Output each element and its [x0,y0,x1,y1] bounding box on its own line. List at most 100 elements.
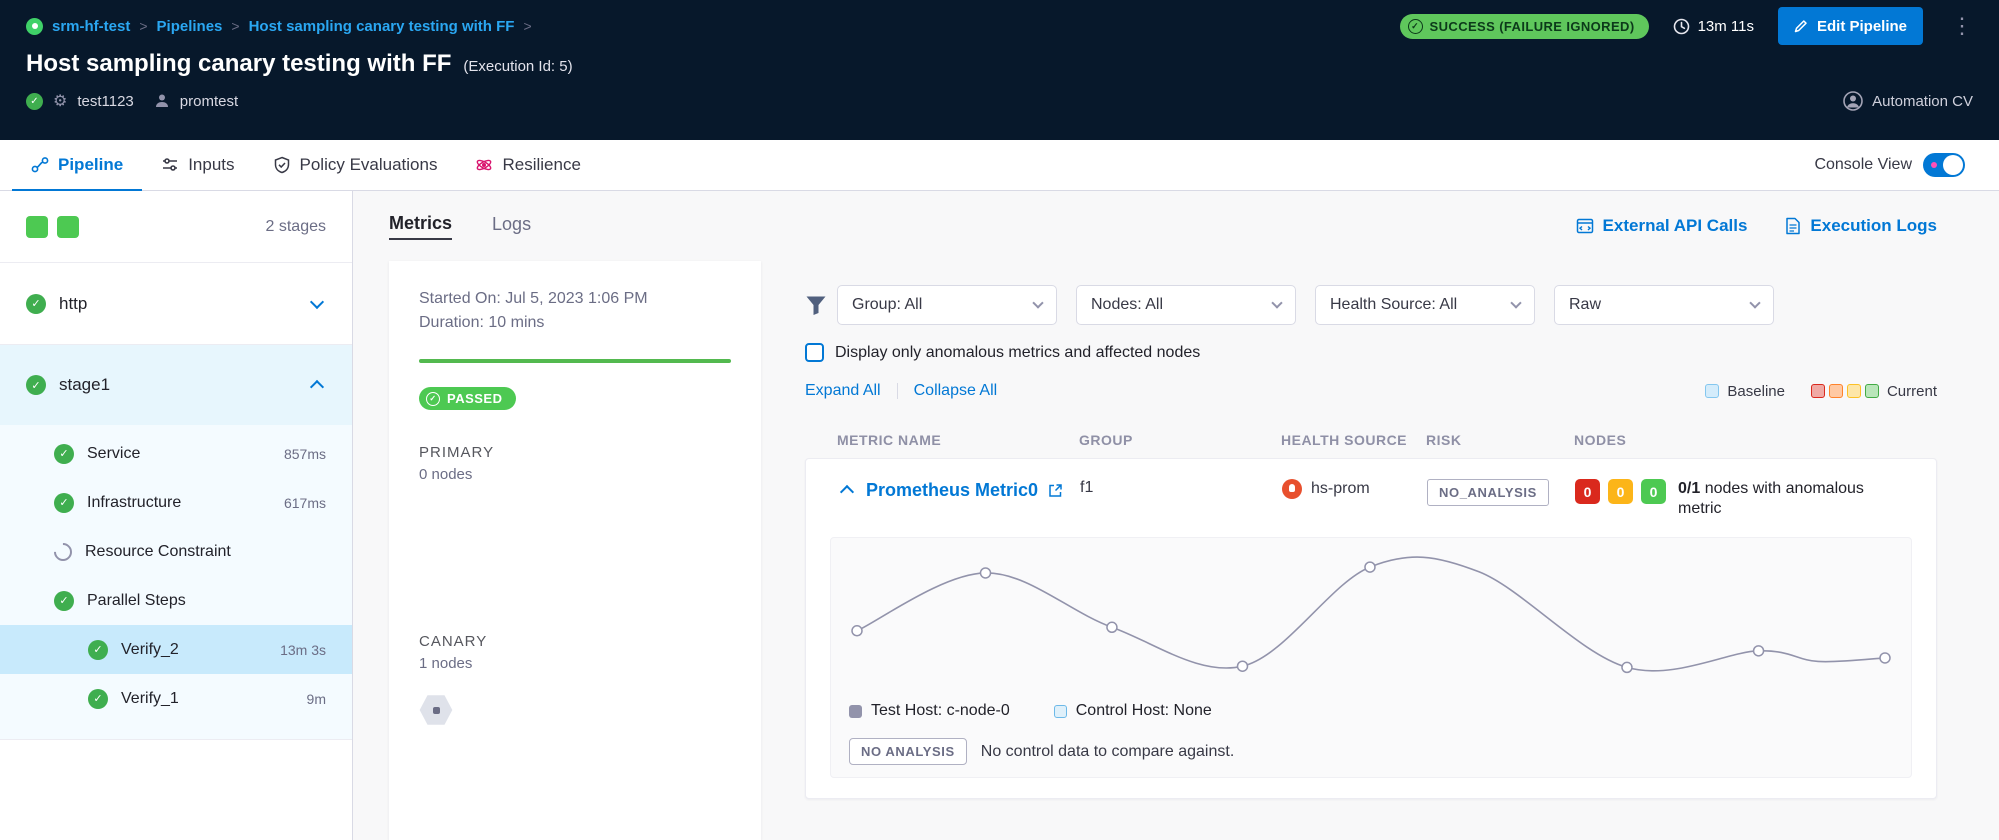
health-source-icon [1282,479,1302,499]
console-view-toggle[interactable] [1923,153,1965,177]
step-label: Verify_1 [121,690,179,708]
resource-constraint-icon [50,539,75,564]
execution-nav-tabs: Pipeline Inputs Policy Evaluations Resil… [0,140,1999,191]
execution-logs-link[interactable]: Execution Logs [1785,216,1937,236]
tab-label: Resilience [502,155,580,175]
success-check-icon: ✓ [26,375,46,395]
risk-badge: NO_ANALYSIS [1427,479,1549,506]
control-host-swatch [1054,705,1067,718]
metrics-table-header: METRIC NAME GROUP HEALTH SOURCE RISK NOD… [805,432,1937,448]
metric-group: f1 [1080,479,1282,497]
breadcrumb-project-link[interactable]: srm-hf-test [52,18,130,35]
yellow-node-count: 0 [1608,479,1633,504]
data-type-select[interactable]: Raw [1554,285,1774,325]
gear-icon: ⚙ [53,91,67,111]
expand-collapse-row: Expand All Collapse All Baseline [805,382,1937,400]
execution-id: (Execution Id: 5) [463,58,572,75]
sidebar-step-infrastructure[interactable]: ✓ Infrastructure 617ms [0,478,352,527]
tab-metrics[interactable]: Metrics [389,213,452,240]
no-analysis-text: No control data to compare against. [981,743,1234,761]
tab-label: Metrics [389,213,452,233]
status-badge-label: SUCCESS (FAILURE IGNORED) [1430,19,1635,34]
user-name: Automation CV [1872,93,1973,110]
chevron-up-icon[interactable] [308,374,326,396]
service-name: test1123 [77,93,133,110]
col-group: GROUP [1079,432,1281,448]
sidebar-step-verify-2[interactable]: ✓ Verify_2 13m 3s [0,625,352,674]
success-check-icon: ✓ [426,392,440,406]
breadcrumb-pipeline-link[interactable]: Host sampling canary testing with FF [249,18,515,35]
no-analysis-badge: NO ANALYSIS [849,738,967,765]
link-label: Execution Logs [1810,216,1937,236]
execution-header: srm-hf-test > Pipelines > Host sampling … [0,0,1999,140]
edit-pipeline-button[interactable]: Edit Pipeline [1778,7,1923,45]
sidebar-stage-stage1[interactable]: ✓ stage1 [0,345,352,425]
sidebar-stage-http[interactable]: ✓ http [0,263,352,345]
col-health-source: HEALTH SOURCE [1281,432,1426,448]
node-dot [433,707,440,714]
tab-pipeline[interactable]: Pipeline [12,140,142,190]
step-label: Infrastructure [87,494,181,512]
breadcrumb-pipelines-link[interactable]: Pipelines [157,18,223,35]
verification-main: Metrics Logs External API Calls Executio… [353,191,1999,840]
sidebar-step-resource-constraint[interactable]: Resource Constraint [0,527,352,576]
select-value: Group: All [852,296,922,314]
green-node-count: 0 [1641,479,1666,504]
current-legend-label: Current [1887,383,1937,400]
breadcrumb-separator: > [231,18,239,34]
collapse-metric-chevron[interactable] [838,479,856,501]
test-host-legend: Test Host: c-node-0 [849,702,1010,720]
stage-status-square [26,216,48,238]
baseline-legend-label: Baseline [1727,383,1785,400]
sidebar-step-parallel-steps[interactable]: ✓ Parallel Steps [0,576,352,625]
tab-label: Policy Evaluations [300,155,438,175]
pencil-icon [1794,19,1808,33]
risk-red-swatch [1811,384,1825,398]
passed-label: PASSED [447,391,503,406]
metric-name-link[interactable]: Prometheus Metric0 [866,480,1038,501]
baseline-legend-swatch [1705,384,1719,398]
triggered-by: Automation CV [1843,91,1973,111]
test-host-label: Test Host: c-node-0 [871,702,1010,720]
test-host-swatch [849,705,862,718]
trigger-name: promtest [180,93,238,110]
tab-label: Logs [492,214,531,234]
sidebar-step-verify-1[interactable]: ✓ Verify_1 9m [0,674,352,723]
group-filter-select[interactable]: Group: All [837,285,1057,325]
tab-policy-evaluations[interactable]: Policy Evaluations [254,140,457,190]
more-options-icon[interactable]: ⋮ [1951,15,1973,37]
tab-label: Inputs [188,155,234,175]
success-check-icon: ✓ [88,689,108,709]
duration-label: 13m 11s [1698,18,1754,35]
current-legend-swatches [1811,384,1879,398]
tab-logs[interactable]: Logs [492,214,531,239]
breadcrumb: srm-hf-test > Pipelines > Host sampling … [26,18,532,35]
nodes-summary-text: nodes with anomalous metric [1678,480,1864,517]
shield-check-icon [273,156,291,174]
execution-stages-sidebar: 2 stages ✓ http ✓ stage1 ✓ Service 857ms [0,191,353,840]
expand-all-link[interactable]: Expand All [805,382,881,400]
metric-line-chart[interactable] [849,546,1893,696]
collapse-all-link[interactable]: Collapse All [914,382,998,400]
clock-icon [1673,18,1690,35]
trigger-user-icon [154,93,170,109]
risk-green-swatch [1865,384,1879,398]
external-link-icon[interactable] [1048,483,1063,498]
breadcrumb-separator: > [523,18,531,34]
tab-inputs[interactable]: Inputs [142,140,253,190]
nodes-filter-select[interactable]: Nodes: All [1076,285,1296,325]
breadcrumb-separator: > [139,18,147,34]
health-source-name: hs-prom [1311,480,1370,498]
chevron-down-icon[interactable] [308,297,326,311]
select-value: Health Source: All [1330,296,1457,314]
tab-resilience[interactable]: Resilience [456,140,599,190]
metrics-panel: Group: All Nodes: All Health Source: All… [805,261,1999,840]
anomalous-filter-checkbox[interactable] [805,343,824,362]
health-source-filter-select[interactable]: Health Source: All [1315,285,1535,325]
control-host-label: Control Host: None [1076,702,1212,720]
external-api-calls-link[interactable]: External API Calls [1576,216,1748,236]
primary-nodes-count: 0 nodes [419,466,731,483]
canary-node-hexagon[interactable] [419,694,453,726]
step-duration: 617ms [284,495,326,511]
sidebar-step-service[interactable]: ✓ Service 857ms [0,429,352,478]
